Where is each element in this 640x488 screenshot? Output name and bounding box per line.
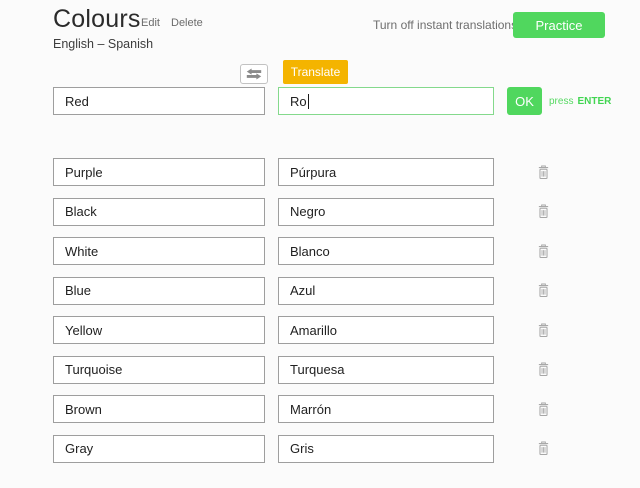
table-row <box>53 395 560 423</box>
press-label: press <box>549 95 574 107</box>
delete-link[interactable]: Delete <box>171 17 203 29</box>
translation-input[interactable] <box>278 197 494 226</box>
translation-input[interactable] <box>278 276 494 305</box>
delete-row-button[interactable] <box>534 281 552 301</box>
term-input[interactable] <box>53 237 265 265</box>
swap-horizontal-icon <box>246 68 262 80</box>
table-row <box>53 237 560 265</box>
swap-languages-button[interactable] <box>240 64 268 84</box>
trash-icon <box>538 165 548 179</box>
translation-input[interactable] <box>278 395 494 423</box>
translate-button[interactable]: Translate <box>283 60 348 84</box>
trash-icon <box>538 362 548 377</box>
table-row <box>53 434 560 463</box>
trash-icon <box>538 204 548 219</box>
translation-input[interactable] <box>278 316 494 344</box>
trash-icon <box>538 441 548 456</box>
page-title: Colours <box>53 5 141 33</box>
text-caret <box>307 93 309 109</box>
toggle-instant-translations[interactable]: Turn off instant translations <box>373 18 517 32</box>
table-row <box>53 158 560 186</box>
practice-button[interactable]: Practice <box>513 12 605 38</box>
table-row <box>53 316 560 344</box>
table-row <box>53 197 560 226</box>
delete-row-button[interactable] <box>534 360 552 380</box>
term-input[interactable] <box>53 395 265 423</box>
delete-row-button[interactable] <box>534 439 552 459</box>
trash-icon <box>538 244 548 258</box>
term-input[interactable] <box>53 158 265 186</box>
translation-input[interactable] <box>278 434 494 463</box>
translation-input[interactable] <box>278 237 494 265</box>
translation-input-value: Ro <box>290 93 307 109</box>
translation-input[interactable]: Ro <box>278 87 494 115</box>
delete-row-button[interactable] <box>534 162 552 182</box>
term-input[interactable] <box>53 276 265 305</box>
source-term-input[interactable] <box>53 87 265 115</box>
table-row <box>53 276 560 305</box>
trash-icon <box>538 402 548 416</box>
term-input[interactable] <box>53 434 265 463</box>
translation-input[interactable] <box>278 355 494 384</box>
translation-input[interactable] <box>278 158 494 186</box>
ok-button[interactable]: OK <box>507 87 542 115</box>
trash-icon <box>538 283 548 298</box>
delete-row-button[interactable] <box>534 241 552 261</box>
delete-row-button[interactable] <box>534 399 552 419</box>
edit-link[interactable]: Edit <box>141 17 160 29</box>
term-input[interactable] <box>53 316 265 344</box>
term-input[interactable] <box>53 197 265 226</box>
trash-icon <box>538 323 548 337</box>
language-pair-label: English – Spanish <box>53 37 154 51</box>
word-pairs-list <box>53 158 560 463</box>
term-input[interactable] <box>53 355 265 384</box>
press-enter-hint: press ENTER <box>549 87 611 115</box>
delete-row-button[interactable] <box>534 320 552 340</box>
delete-row-button[interactable] <box>534 202 552 222</box>
table-row <box>53 355 560 384</box>
enter-key-label: ENTER <box>577 95 612 107</box>
